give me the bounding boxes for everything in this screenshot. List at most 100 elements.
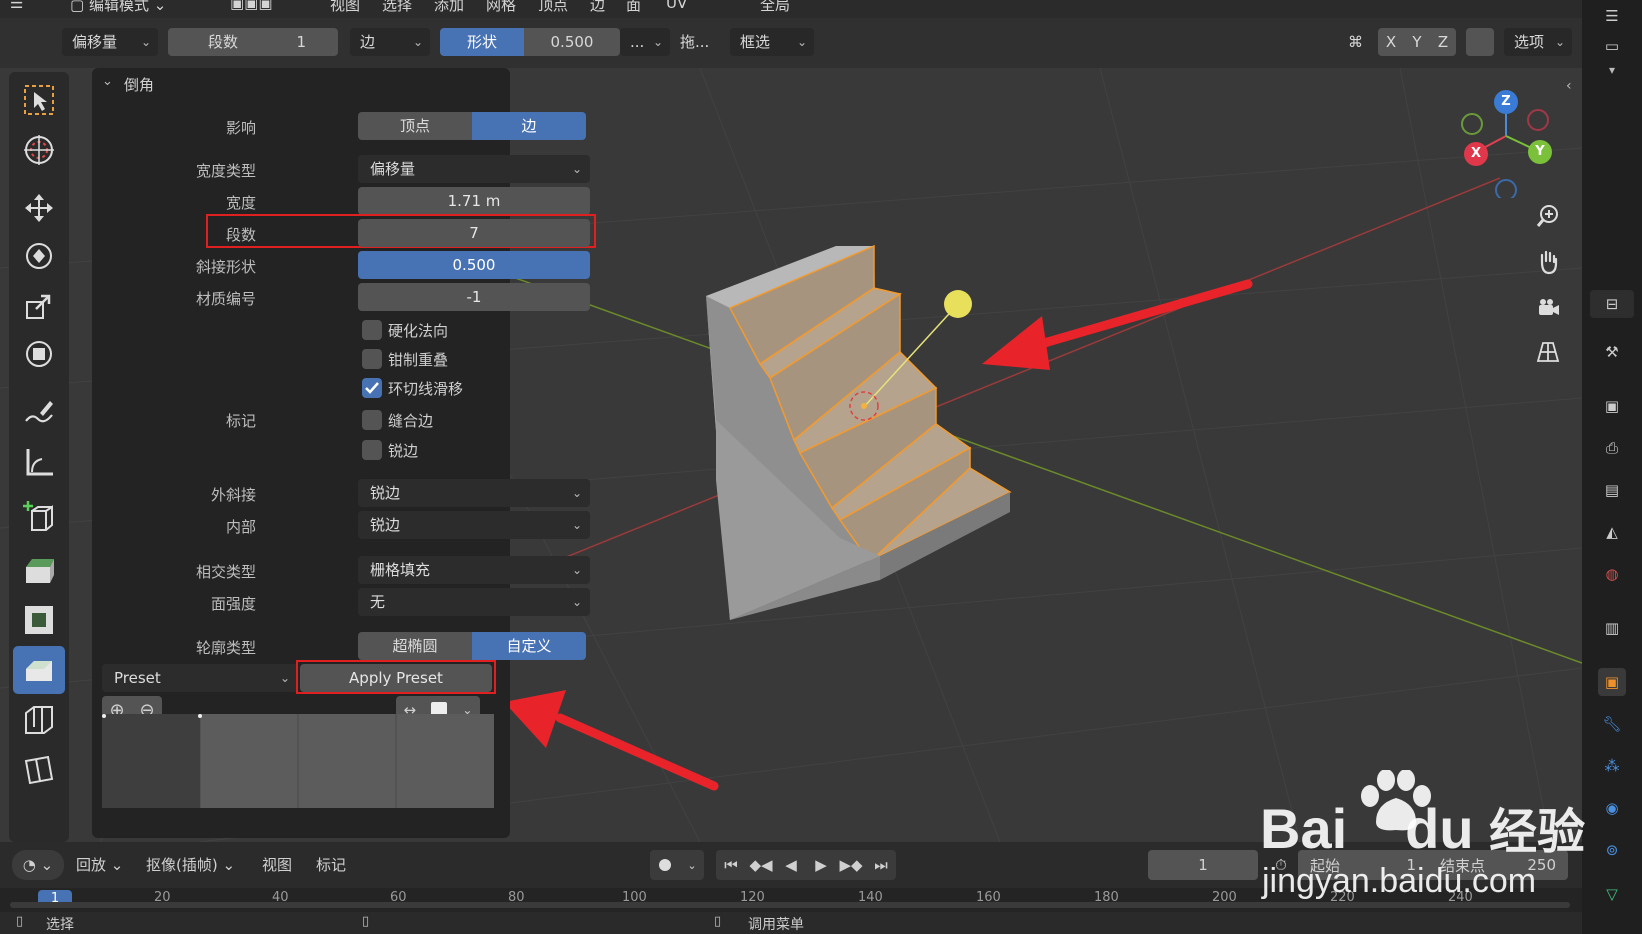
menu-view[interactable]: 视图 <box>330 0 360 15</box>
tool-icon[interactable]: ⚒ <box>1598 338 1626 366</box>
shape-field[interactable]: 0.500 <box>358 251 590 279</box>
profile-superellipse-button[interactable]: 超椭圆 <box>358 632 472 660</box>
snap-icon[interactable] <box>1466 28 1494 56</box>
options-dropdown[interactable]: 选项 ⌄ <box>1504 28 1572 56</box>
play-icon[interactable]: ▶ <box>806 850 836 880</box>
mark-seam-checkbox[interactable] <box>362 410 382 430</box>
clamp-overlap-checkbox[interactable] <box>362 349 382 369</box>
constraints-icon[interactable]: ⊚ <box>1598 836 1626 864</box>
menu-select[interactable]: 选择 <box>382 0 412 15</box>
menu-vertex[interactable]: 顶点 <box>538 0 568 15</box>
jump-start-icon[interactable]: ⏮ <box>716 850 746 880</box>
transform-tool-icon[interactable] <box>13 330 65 378</box>
face-strength-dropdown[interactable]: 无 ⌄ <box>358 588 590 616</box>
segments-field[interactable]: 7 <box>358 219 590 247</box>
view-menu[interactable]: 视图 <box>262 854 292 875</box>
preset-dropdown[interactable]: Preset ⌄ <box>102 664 298 692</box>
axis-y-toggle[interactable]: Y <box>1404 28 1430 56</box>
editor-type-icon[interactable]: ☰ <box>10 0 23 12</box>
affect-dropdown[interactable]: 边 ⌄ <box>350 28 430 56</box>
render-icon[interactable]: ▣ <box>1598 392 1626 420</box>
menu-face[interactable]: 面 <box>626 0 641 15</box>
intersection-dropdown[interactable]: 栅格填充 ⌄ <box>358 556 590 584</box>
loop-cut-tool-icon[interactable] <box>13 696 65 744</box>
pan-hand-icon[interactable] <box>1528 242 1568 282</box>
timeline-scrollbar[interactable] <box>10 902 1570 908</box>
axis-x-toggle[interactable]: X <box>1378 28 1404 56</box>
data-mesh-icon[interactable]: ▽ <box>1598 880 1626 908</box>
shape-label-box[interactable]: 形状 <box>440 28 524 56</box>
playback-menu[interactable]: 回放 ⌄ <box>76 854 123 875</box>
world-icon[interactable]: ◍ <box>1598 560 1626 588</box>
collapse-chevron-icon[interactable]: ⌄ <box>102 74 113 89</box>
affect-vertices-button[interactable]: 顶点 <box>358 112 472 140</box>
offset-type-dropdown[interactable]: 偏移量 ⌄ <box>62 28 158 56</box>
affect-edges-button[interactable]: 边 <box>472 112 586 140</box>
apply-preset-button[interactable]: Apply Preset <box>300 664 492 692</box>
chevron-down-icon[interactable]: ⌄ <box>680 850 704 880</box>
output-icon[interactable]: ⎙ <box>1598 434 1626 462</box>
move-tool-icon[interactable] <box>13 184 65 232</box>
knife-tool-icon[interactable] <box>13 746 65 794</box>
particles-icon[interactable]: ⁂ <box>1598 752 1626 780</box>
outliner-icon[interactable]: ☰ <box>1598 2 1626 30</box>
collapse-sidebar-icon[interactable]: ‹ <box>1566 78 1572 94</box>
extrude-tool-icon[interactable] <box>13 546 65 594</box>
mirror-icon[interactable]: ⌘ <box>1348 28 1372 56</box>
width-type-dropdown[interactable]: 偏移量 ⌄ <box>358 155 590 183</box>
gizmo-y-axis[interactable]: Y <box>1528 140 1552 164</box>
cursor-tool-icon[interactable] <box>13 126 65 174</box>
view-layer-icon[interactable]: ▤ <box>1598 476 1626 504</box>
editor-type-clock-icon[interactable]: ◔ ⌄ <box>12 850 64 880</box>
shape-field[interactable]: 0.500 <box>524 28 620 56</box>
mark-sharp-checkbox[interactable] <box>362 440 382 460</box>
measure-tool-icon[interactable] <box>13 438 65 486</box>
profile-curve-widget[interactable] <box>102 714 494 808</box>
gizmo-z-axis[interactable]: Z <box>1494 90 1518 114</box>
grid-view-icon[interactable] <box>1528 332 1568 372</box>
orientation-dropdown[interactable]: 全局 <box>760 0 790 15</box>
menu-uv[interactable]: UV <box>666 0 687 12</box>
bevel-tool-icon[interactable] <box>13 646 65 694</box>
select-mode-icons[interactable]: ▣▣▣ <box>230 0 273 12</box>
current-frame-field[interactable]: 1 <box>1148 850 1258 880</box>
inset-tool-icon[interactable] <box>13 596 65 644</box>
gizmo-x-axis[interactable]: X <box>1464 142 1488 166</box>
scene-icon[interactable]: ◭ <box>1598 518 1626 546</box>
add-cube-tool-icon[interactable] <box>13 492 65 540</box>
miter-inner-dropdown[interactable]: 锐边 ⌄ <box>358 511 590 539</box>
record-icon[interactable] <box>650 850 680 880</box>
next-keyframe-icon[interactable]: ▶◆ <box>836 850 866 880</box>
axis-z-toggle[interactable]: Z <box>1430 28 1456 56</box>
segments-field[interactable]: 段数 1 <box>168 28 338 56</box>
annotate-tool-icon[interactable] <box>13 388 65 436</box>
width-field[interactable]: 1.71 m <box>358 187 590 215</box>
menu-edge[interactable]: 边 <box>590 0 605 15</box>
rotate-tool-icon[interactable] <box>13 232 65 280</box>
keying-menu[interactable]: 抠像(插帧) ⌄ <box>146 854 235 875</box>
play-reverse-icon[interactable]: ◀ <box>776 850 806 880</box>
mode-dropdown[interactable]: ▢ 编辑模式 ⌄ <box>70 0 220 15</box>
select-box-dropdown[interactable]: 框选 ⌄ <box>730 28 814 56</box>
editor-toggle-icon[interactable]: ⊟ <box>1590 290 1634 318</box>
profile-custom-button[interactable]: 自定义 <box>472 632 586 660</box>
select-box-tool-icon[interactable] <box>13 76 65 124</box>
collection-icon[interactable]: ▥ <box>1598 614 1626 642</box>
material-field[interactable]: -1 <box>358 283 590 311</box>
more-dropdown[interactable]: ... ⌄ <box>620 28 670 56</box>
modifier-wrench-icon[interactable]: 🔧︎ <box>1598 710 1626 738</box>
zoom-icon[interactable] <box>1528 196 1568 236</box>
light-icon[interactable] <box>944 290 972 318</box>
scale-tool-icon[interactable] <box>13 282 65 330</box>
menu-add[interactable]: 添加 <box>434 0 464 15</box>
loop-slide-checkbox[interactable] <box>362 378 382 398</box>
camera-icon[interactable] <box>1528 288 1568 328</box>
physics-icon[interactable]: ◉ <box>1598 794 1626 822</box>
miter-outer-dropdown[interactable]: 锐边 ⌄ <box>358 479 590 507</box>
drag-label-box[interactable]: 拖... <box>680 28 720 56</box>
menu-mesh[interactable]: 网格 <box>486 0 516 15</box>
jump-end-icon[interactable]: ⏭ <box>866 850 896 880</box>
navigation-gizmo[interactable]: Z X Y <box>1450 78 1570 198</box>
prev-keyframe-icon[interactable]: ◆◀ <box>746 850 776 880</box>
chevron-down-icon[interactable]: ▾ <box>1598 56 1626 84</box>
